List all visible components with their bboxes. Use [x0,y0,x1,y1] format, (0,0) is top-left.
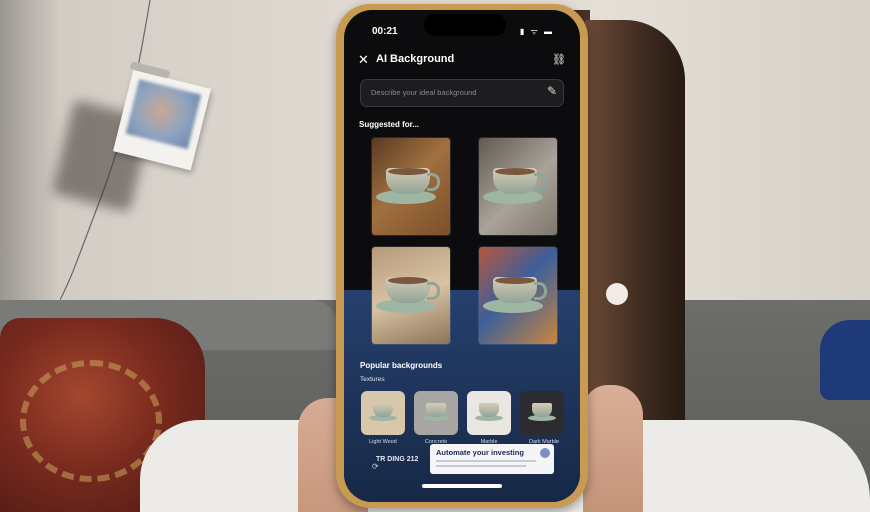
suggested-heading: Suggested for... [359,120,420,129]
background-prompt-input[interactable]: Describe your ideal background ✎ [360,79,564,107]
blue-cushion [820,320,870,400]
home-indicator[interactable] [422,484,502,488]
link-icon[interactable]: ⛓ [552,52,566,68]
suggested-tile-3[interactable] [371,246,451,345]
popular-heading: Popular backgrounds [360,361,443,370]
ad-line [436,465,526,467]
texture-label: Light Wood [369,439,397,445]
coffee [495,168,535,175]
pencil-icon[interactable]: ✎ [547,84,557,98]
coffee-cup [532,403,552,417]
coffee [495,277,535,284]
coffee [388,168,428,175]
dynamic-island [424,14,506,36]
suggested-tile-4[interactable] [478,246,558,345]
coffee-cup [479,403,499,417]
ad-line [436,460,536,462]
coffee-cup [373,403,393,417]
ad-logo-icon [540,448,550,458]
right-hand [583,385,643,512]
coffee [388,277,428,284]
search-placeholder: Describe your ideal background [371,88,477,97]
textures-subheading: Textures [360,376,385,383]
status-icons: ▮ ᯤ ▬ [519,27,554,36]
suggested-tile-1[interactable] [371,137,451,236]
texture-dark-marble[interactable] [520,391,564,435]
pillow-pattern [20,360,162,482]
suggested-tile-2[interactable] [478,137,558,236]
page-title: AI Background [376,53,455,65]
refresh-icon[interactable]: ⟳ [372,462,379,471]
ad-banner[interactable]: Automate your investing [430,444,554,474]
texture-marble[interactable] [467,391,511,435]
phone-screen: 00:21 ▮ ᯤ ▬ ✕ AI Background ⛓ Describe y… [344,10,580,502]
ad-brand: TR DING 212 [376,456,419,463]
earring [606,283,628,305]
texture-light-wood[interactable] [361,391,405,435]
coffee-cup [426,403,446,417]
header: ✕ AI Background ⛓ [358,52,566,70]
status-time: 00:21 [372,26,398,37]
close-icon[interactable]: ✕ [358,52,369,68]
texture-concrete[interactable] [414,391,458,435]
ad-title: Automate your investing [436,448,524,457]
